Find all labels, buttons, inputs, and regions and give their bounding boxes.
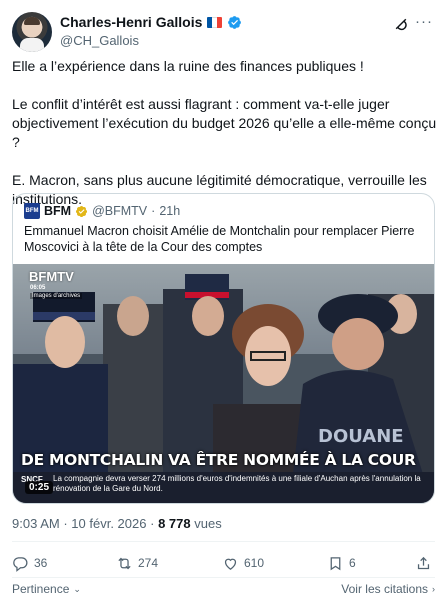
france-flag-icon <box>207 16 223 28</box>
bfmtv-watermark: BFMTV <box>29 269 74 284</box>
share-icon <box>417 556 430 569</box>
author-handle[interactable]: @CH_Gallois <box>60 33 139 48</box>
avatar[interactable] <box>12 12 52 52</box>
author-name[interactable]: Charles-Henri Gallois <box>60 14 202 30</box>
reply-count: 36 <box>34 556 48 570</box>
more-icon[interactable]: ··· <box>415 14 433 34</box>
views-count: 8 778 <box>158 516 191 531</box>
quote-age: 21h <box>159 204 181 218</box>
quote-handle: @BFMTV <box>92 204 148 218</box>
tweet-time[interactable]: 9:03 AM <box>12 516 60 531</box>
news-ticker: SNCF La compagnie devra verser 274 milli… <box>13 472 434 503</box>
repost-count: 274 <box>138 556 159 570</box>
citations-label: Voir les citations <box>341 582 428 596</box>
like-icon <box>224 558 237 570</box>
tweet-date[interactable]: 10 févr. 2026 <box>71 516 146 531</box>
avatar-hair <box>24 17 40 25</box>
ticker-text: La compagnie devra verser 274 millions d… <box>53 474 421 493</box>
jacket-text: DOUANE <box>318 426 404 447</box>
repost-icon <box>118 557 131 569</box>
action-bar: 36 274 610 6 <box>12 552 435 574</box>
video-player[interactable]: DOUANE BFMTV 06:05 Images d'archives DE … <box>13 264 434 503</box>
bfm-logo: BFM <box>24 203 40 219</box>
video-timecode: 06:05 <box>30 285 46 291</box>
quote-text: Emmanuel Macron choisit Amélie de Montch… <box>24 224 415 254</box>
grok-icon[interactable] <box>393 16 409 32</box>
quote-author-name: BFM <box>44 204 72 218</box>
divider <box>12 577 435 578</box>
bookmark-count: 6 <box>349 556 356 570</box>
share-button[interactable] <box>415 552 432 574</box>
sort-relevance-dropdown[interactable]: Pertinence ⌄ <box>12 582 81 596</box>
archive-label: Images d'archives <box>30 293 83 299</box>
bookmark-icon <box>330 556 341 570</box>
verified-badge-icon <box>228 15 242 29</box>
avatar-shirt <box>20 38 44 52</box>
quoted-tweet[interactable]: BFM BFM @BFMTV · 21h Emmanuel Macron cho… <box>12 193 435 504</box>
like-button[interactable]: 610 <box>222 552 264 574</box>
tweet-paragraph: Le conflit d’intérêt est aussi flagrant … <box>12 96 437 150</box>
quote-header: BFM BFM @BFMTV · 21h <box>24 203 180 219</box>
chevron-right-icon: › <box>432 584 435 594</box>
gold-verified-badge-icon <box>76 205 88 217</box>
tweet-paragraph: Elle a l’expérience dans la ruine des fi… <box>12 58 364 74</box>
views-label: vues <box>194 516 222 531</box>
replies-controls: Pertinence ⌄ Voir les citations › <box>12 580 435 600</box>
video-headline: DE MONTCHALIN VA ÊTRE NOMMÉE À LA COUR D… <box>21 451 416 493</box>
reply-icon <box>13 556 28 572</box>
tweet-timestamp: 9:03 AM · 10 févr. 2026 · 8 778 vues <box>12 516 222 531</box>
like-count: 610 <box>244 556 265 570</box>
repost-button[interactable]: 274 <box>116 552 158 574</box>
author-name-row: Charles-Henri Gallois <box>60 14 242 30</box>
divider <box>12 541 435 542</box>
video-duration: 0:25 <box>25 481 54 494</box>
view-citations-link[interactable]: Voir les citations › <box>341 582 435 596</box>
bookmark-button[interactable]: 6 <box>327 552 356 574</box>
relevance-label: Pertinence <box>12 582 70 596</box>
timestamp-separator: · <box>150 516 155 531</box>
reply-button[interactable]: 36 <box>12 552 47 574</box>
tweet-header: Charles-Henri Gallois @CH_Gallois ··· <box>12 12 435 52</box>
chevron-down-icon: ⌄ <box>73 583 81 594</box>
timestamp-separator: · <box>63 516 68 531</box>
quote-separator: · <box>151 204 156 218</box>
